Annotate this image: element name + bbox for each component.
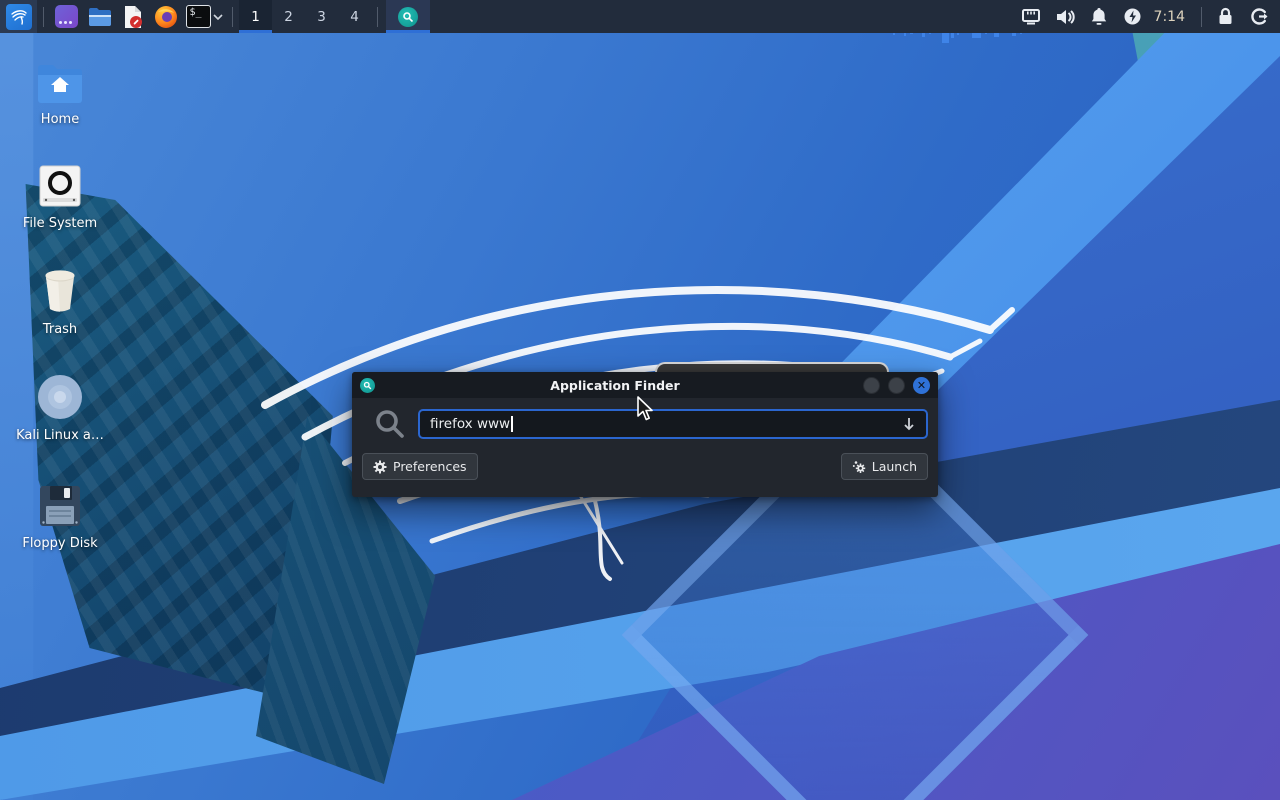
applications-menu-button[interactable]	[0, 0, 37, 33]
workspace-label: 2	[284, 8, 293, 25]
workspace-label: 1	[251, 8, 260, 25]
network-indicator[interactable]	[1014, 0, 1048, 33]
home-folder-icon	[12, 54, 108, 104]
launch-run-icon	[852, 460, 865, 473]
panel-separator	[1201, 6, 1202, 27]
desktop-icon-kali-cd[interactable]: Kali Linux a…	[12, 370, 108, 443]
close-icon: ✕	[916, 378, 927, 392]
titlebar[interactable]: Application Finder ✕	[352, 372, 938, 398]
workspace-button-4[interactable]: 4	[338, 0, 371, 33]
firefox-icon	[154, 5, 177, 28]
chevron-down-icon[interactable]	[212, 13, 223, 20]
power-manager-indicator[interactable]	[1116, 0, 1150, 33]
floppy-disk-icon	[12, 478, 108, 528]
terminal-icon: $_	[185, 5, 211, 28]
panel-separator	[377, 6, 378, 27]
panel-status-area: 7:14	[1014, 0, 1280, 33]
panel-separator	[43, 6, 44, 27]
search-input-value: firefox www	[430, 416, 511, 432]
launch-button[interactable]: Launch	[840, 453, 928, 480]
power-battery-icon	[1124, 8, 1141, 25]
launcher-firefox[interactable]	[149, 0, 182, 33]
volume-icon	[1056, 9, 1075, 24]
desktop-icon-label: Home	[40, 112, 80, 127]
desktop-icon-label: Kali Linux a…	[16, 428, 104, 443]
logout-button[interactable]	[1242, 0, 1276, 33]
top-panel: $_ 1 2 3 4 7:14	[0, 0, 1280, 33]
desktop-icon-trash[interactable]: Trash	[12, 264, 108, 337]
launcher-terminal[interactable]: $_	[182, 0, 226, 33]
launcher-text-editor[interactable]	[116, 0, 149, 33]
search-input[interactable]: firefox www	[418, 409, 928, 439]
launcher-file-manager[interactable]	[83, 0, 116, 33]
workspace-button-1[interactable]: 1	[239, 0, 272, 33]
file-system-drive-icon	[12, 158, 108, 208]
workspace-label: 3	[317, 8, 326, 25]
workspace-button-3[interactable]: 3	[305, 0, 338, 33]
search-icon	[362, 408, 418, 440]
application-finder-icon	[360, 377, 375, 393]
network-icon	[1021, 8, 1040, 24]
optical-disc-icon	[12, 370, 108, 420]
window-title: Application Finder	[550, 377, 680, 393]
logout-icon	[1250, 8, 1267, 25]
panel-separator	[232, 6, 233, 27]
minimize-button[interactable]	[863, 376, 880, 394]
workspace-label: 4	[350, 8, 359, 25]
lock-screen-button[interactable]	[1208, 0, 1242, 33]
workspace-button-2[interactable]: 2	[272, 0, 305, 33]
desktop-icon-file-system[interactable]: File System	[12, 158, 108, 231]
text-caret	[511, 416, 513, 432]
preferences-label: Preferences	[393, 459, 467, 474]
desktop-icon-label: File System	[22, 216, 98, 231]
maximize-button[interactable]	[888, 376, 905, 394]
preferences-button[interactable]: Preferences	[362, 453, 478, 480]
close-button[interactable]: ✕	[913, 376, 930, 394]
desktop-icon-label: Trash	[42, 322, 78, 337]
volume-indicator[interactable]	[1048, 0, 1082, 33]
file-manager-icon	[88, 7, 111, 26]
mouse-cursor	[637, 396, 653, 421]
launch-label: Launch	[871, 459, 917, 474]
panel-clock[interactable]: 7:14	[1150, 9, 1195, 25]
taskbar-button-application-finder[interactable]	[386, 0, 430, 33]
trash-icon	[12, 264, 108, 314]
lock-icon	[1219, 7, 1231, 24]
window-app-icon	[55, 5, 78, 28]
text-editor-icon	[124, 5, 142, 28]
launcher-window-app[interactable]	[50, 0, 83, 33]
desktop-icon-floppy-disk[interactable]: Floppy Disk	[12, 478, 108, 551]
application-finder-icon	[398, 6, 418, 27]
desktop-icon-label: Floppy Disk	[22, 536, 98, 551]
notifications-indicator[interactable]	[1082, 0, 1116, 33]
notifications-bell-icon	[1091, 8, 1106, 25]
application-finder-window: Application Finder ✕ firefox www Prefere…	[352, 372, 938, 497]
gear-icon	[373, 460, 387, 473]
dropdown-arrow-icon[interactable]	[902, 417, 916, 431]
kali-menu-icon	[5, 3, 32, 30]
desktop-icon-home[interactable]: Home	[12, 54, 108, 127]
